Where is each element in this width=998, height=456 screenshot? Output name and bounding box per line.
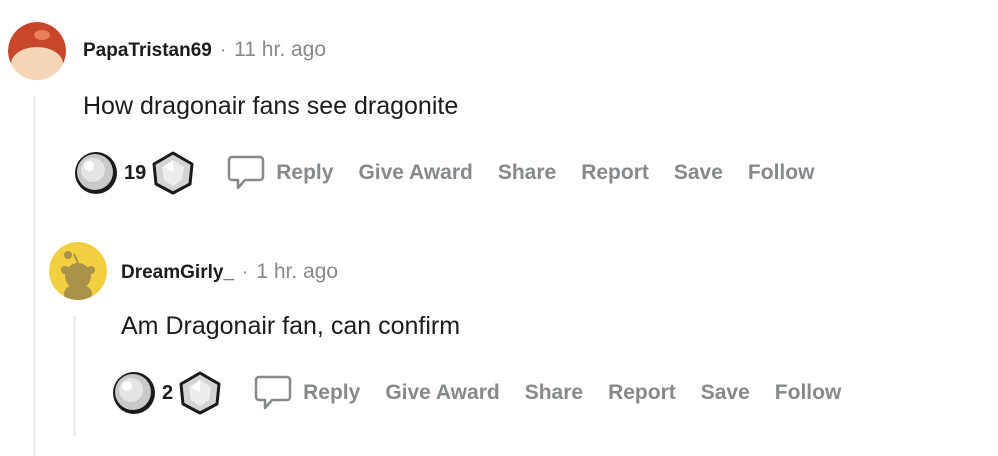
comment-body: How dragonair fans see dragonite [83, 92, 459, 120]
comment-meta: PapaTristan69 · 11 hr. ago [83, 38, 326, 62]
score: 19 [124, 161, 147, 184]
follow-button[interactable]: Follow [748, 161, 815, 185]
downvote-icon[interactable] [177, 370, 223, 416]
reply-label: Reply [276, 161, 334, 184]
reply-button[interactable]: Reply [226, 153, 333, 193]
give-award-button[interactable]: Give Award [358, 161, 472, 185]
save-button[interactable]: Save [701, 381, 750, 405]
comment-actions: 2 Reply Give Award Share Report Save Fol… [110, 370, 866, 416]
share-button[interactable]: Share [498, 161, 556, 185]
reply-button[interactable]: Reply [253, 373, 360, 413]
separator: · [242, 262, 249, 283]
timestamp[interactable]: 1 hr. ago [256, 260, 338, 284]
save-button[interactable]: Save [674, 161, 723, 185]
upvote-icon[interactable] [72, 150, 118, 196]
report-button[interactable]: Report [608, 381, 676, 405]
avatar[interactable] [49, 242, 107, 300]
comment-meta: DreamGirly_ · 1 hr. ago [121, 260, 338, 284]
score: 2 [162, 381, 174, 404]
reply-icon [228, 155, 265, 190]
upvote-icon[interactable] [110, 370, 156, 416]
comment-actions: 19 Reply Give Award Share Report Save Fo… [72, 150, 839, 196]
give-award-button[interactable]: Give Award [385, 381, 499, 405]
share-button[interactable]: Share [525, 381, 583, 405]
username[interactable]: DreamGirly_ [121, 262, 234, 284]
follow-button[interactable]: Follow [775, 381, 842, 405]
avatar[interactable] [8, 22, 66, 80]
reply-icon [254, 375, 292, 410]
thread-line[interactable] [33, 96, 36, 456]
reply-label: Reply [303, 381, 361, 404]
timestamp[interactable]: 11 hr. ago [234, 38, 326, 62]
username[interactable]: PapaTristan69 [83, 40, 212, 62]
comment-body: Am Dragonair fan, can confirm [121, 312, 461, 340]
thread-line[interactable] [73, 316, 76, 436]
report-button[interactable]: Report [581, 161, 649, 185]
downvote-icon[interactable] [150, 150, 196, 196]
separator: · [219, 40, 227, 61]
